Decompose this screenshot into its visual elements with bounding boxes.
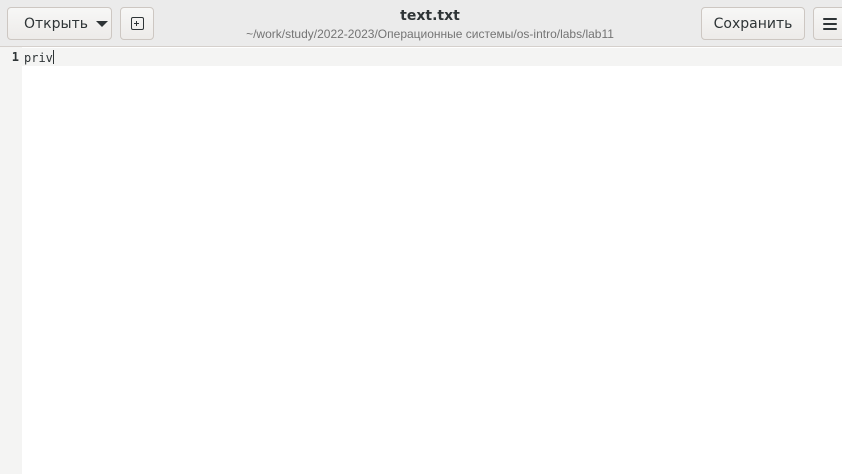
text-editor-window: Открыть text.txt ~/work/study/2022-2023/… (0, 0, 842, 474)
line-number-gutter: 1 (0, 47, 22, 474)
document-title: text.txt (400, 8, 460, 24)
main-menu-button[interactable] (813, 7, 842, 40)
chevron-down-icon (95, 20, 108, 27)
hamburger-menu-icon (823, 17, 837, 30)
current-line-highlight (22, 48, 842, 66)
new-document-button[interactable] (120, 7, 154, 40)
text-editor-area[interactable]: priv (22, 47, 842, 474)
window-title-block: text.txt ~/work/study/2022-2023/Операцио… (170, 7, 690, 42)
save-button-label: Сохранить (713, 15, 793, 32)
open-button-label: Открыть (24, 15, 88, 32)
save-button[interactable]: Сохранить (701, 7, 805, 40)
document-path: ~/work/study/2022-2023/Операционные сист… (246, 27, 614, 41)
line-number: 1 (11, 50, 19, 64)
open-button[interactable]: Открыть (7, 7, 112, 40)
text-cursor (52, 50, 54, 64)
editor-line-text: priv (24, 51, 53, 65)
new-tab-icon (130, 17, 144, 30)
header-bar: Открыть text.txt ~/work/study/2022-2023/… (0, 0, 842, 47)
editor-line[interactable]: priv (24, 50, 54, 66)
